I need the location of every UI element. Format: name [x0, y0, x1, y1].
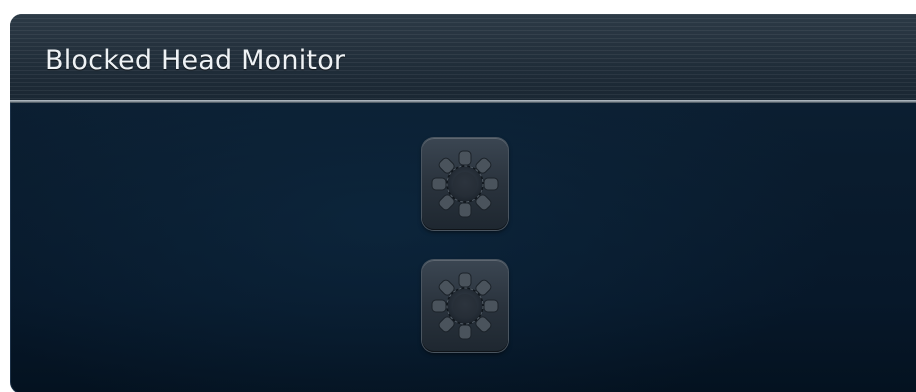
- blocked-head-monitor-panel: Blocked Head Monitor: [10, 14, 916, 392]
- fan-icon: [431, 272, 499, 340]
- fan-button-2[interactable]: [422, 260, 508, 352]
- panel-title: Blocked Head Monitor: [45, 45, 346, 76]
- fan-button-1[interactable]: [422, 138, 508, 230]
- fan-icon: [431, 150, 499, 218]
- header-divider: [10, 100, 916, 103]
- panel-header: Blocked Head Monitor: [10, 14, 916, 102]
